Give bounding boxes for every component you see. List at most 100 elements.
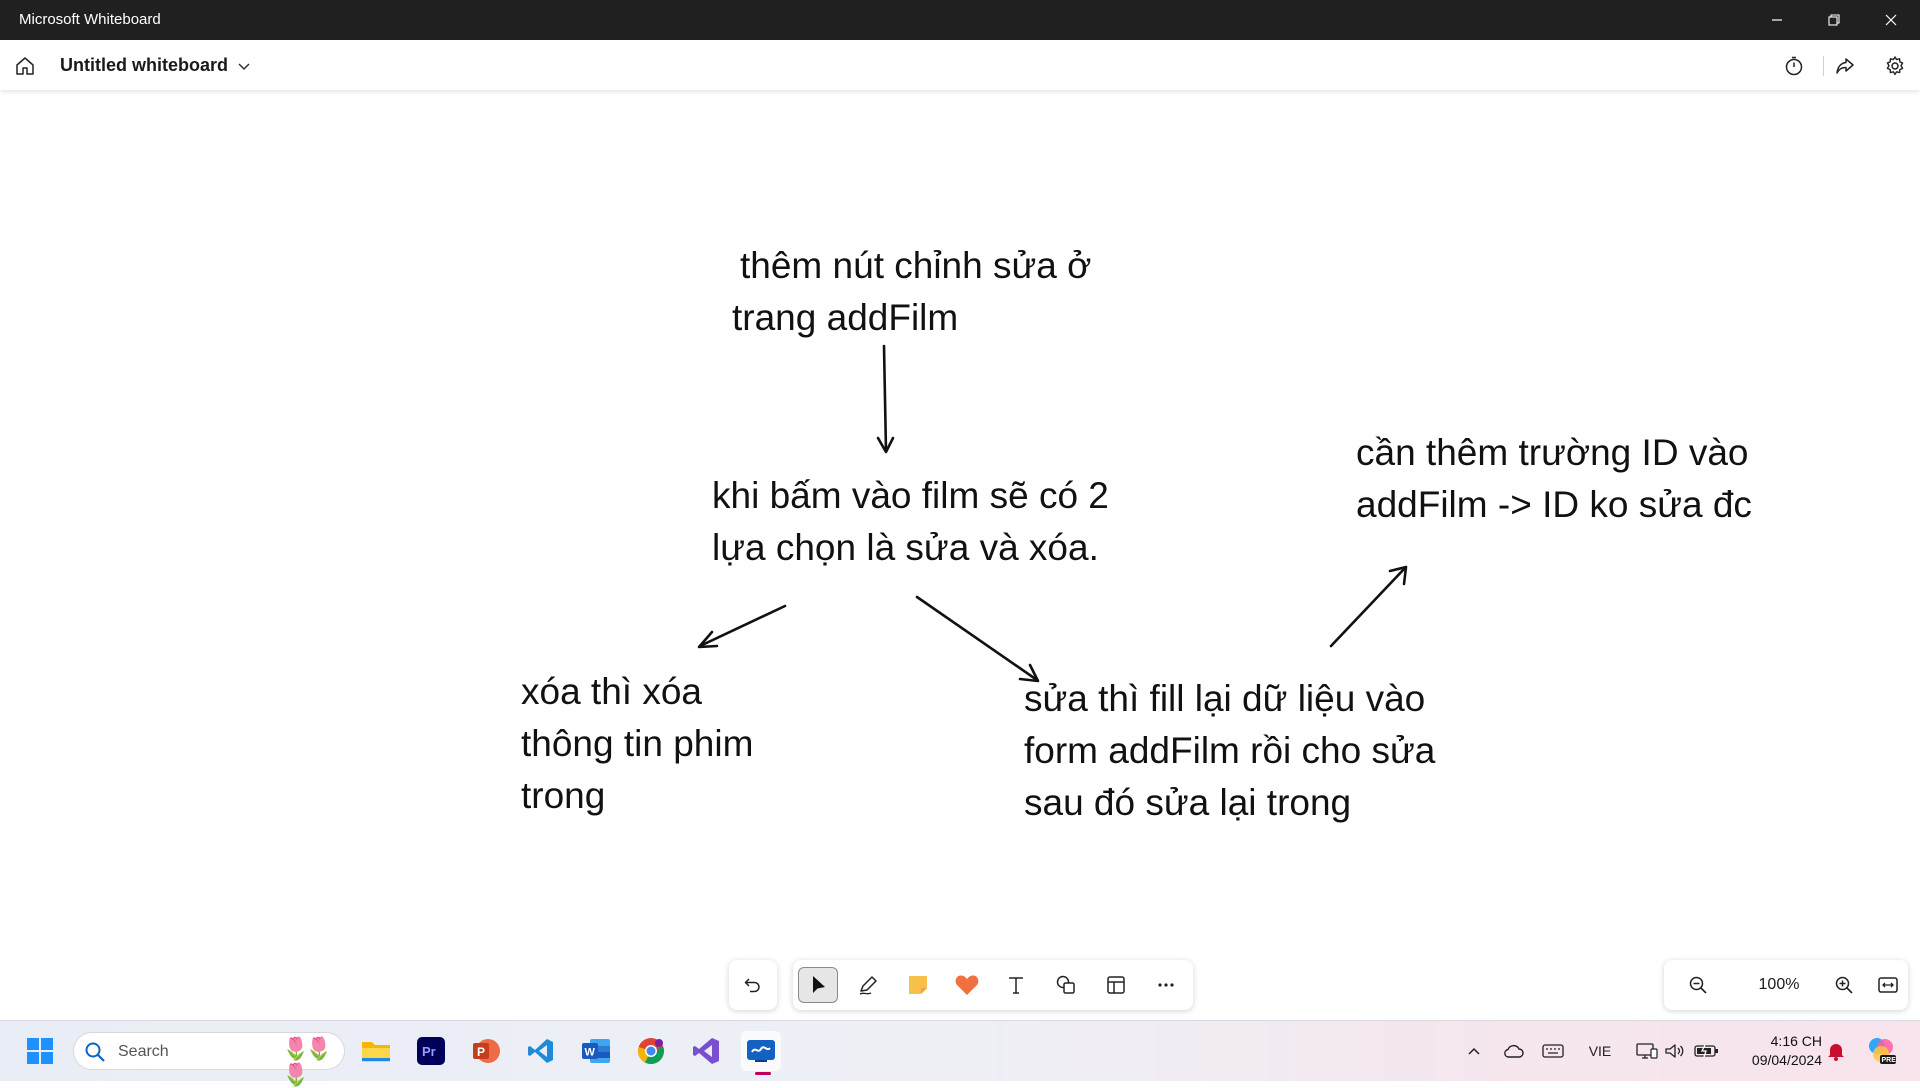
arrow-right-up[interactable] — [1329, 565, 1408, 648]
note-line: lựa chọn là sửa và xóa. — [712, 527, 1099, 568]
note-line: thông tin phim — [521, 723, 754, 764]
network-icon — [1636, 1043, 1658, 1059]
chevron-up-icon — [1468, 1047, 1480, 1055]
text-tool[interactable] — [996, 967, 1036, 1003]
premiere-pro-icon: Pr — [417, 1037, 445, 1065]
select-tool[interactable] — [798, 967, 838, 1003]
arrow-down[interactable] — [876, 344, 895, 454]
text-note-edit[interactable]: sửa thì fill lại dữ liệu vào form addFil… — [1024, 673, 1435, 829]
taskbar-app-premiere[interactable]: Pr — [411, 1031, 451, 1071]
reaction-icon — [955, 975, 979, 995]
home-button[interactable] — [12, 53, 38, 79]
taskbar: Search 🌷🌷🌷 Pr P W VIE 4:16 CH 09/04/2024… — [0, 1020, 1920, 1087]
arrow-right-down[interactable] — [915, 595, 1040, 683]
svg-text:W: W — [585, 1047, 596, 1059]
board-title-dropdown[interactable] — [232, 54, 256, 78]
close-icon — [1885, 14, 1896, 26]
taskbar-search[interactable]: Search 🌷🌷🌷 — [73, 1032, 345, 1087]
note-line: trong — [521, 775, 606, 816]
pen-tool[interactable] — [848, 967, 888, 1003]
zoom-out-button[interactable] — [1683, 970, 1713, 1000]
text-note-add-id-field[interactable]: cần thêm trường ID vào addFilm -> ID ko … — [1356, 427, 1752, 531]
restore-button[interactable] — [1805, 0, 1862, 40]
undo-icon — [744, 978, 760, 993]
volume-tray[interactable] — [1662, 1039, 1688, 1063]
powerpoint-icon: P — [473, 1039, 500, 1063]
vscode-icon — [528, 1039, 553, 1063]
bell-icon — [1828, 1044, 1844, 1061]
tulips-icon: 🌷🌷🌷 — [282, 1036, 333, 1087]
zoom-controls: 100% — [1664, 960, 1908, 1010]
clock-time: 4:16 CH — [1770, 1033, 1822, 1049]
note-line: khi bấm vào film sẽ có 2 — [712, 475, 1109, 516]
taskbar-app-word[interactable]: W — [576, 1031, 616, 1071]
svg-text:PRE: PRE — [1882, 1057, 1897, 1064]
search-icon — [85, 1042, 105, 1062]
fit-to-screen-button[interactable] — [1873, 970, 1903, 1000]
onedrive-tray[interactable] — [1500, 1039, 1526, 1063]
undo-button[interactable] — [729, 960, 777, 1010]
share-button[interactable] — [1831, 52, 1859, 80]
app-title: Microsoft Whiteboard — [19, 11, 161, 28]
sticky-note-icon — [909, 976, 927, 994]
show-hidden-icons[interactable] — [1462, 1039, 1486, 1063]
taskbar-app-whiteboard[interactable] — [741, 1031, 781, 1071]
notifications-button[interactable] — [1824, 1039, 1848, 1063]
note-line: cần thêm trường ID vào — [1356, 432, 1749, 473]
zoom-in-button[interactable] — [1829, 970, 1859, 1000]
note-line: addFilm -> ID ko sửa đc — [1356, 484, 1752, 525]
text-note-delete[interactable]: xóa thì xóa thông tin phim trong — [521, 666, 753, 822]
templates-tool[interactable] — [1096, 967, 1136, 1003]
taskbar-app-visual-studio[interactable] — [686, 1031, 726, 1071]
start-button[interactable] — [20, 1031, 60, 1071]
close-button[interactable] — [1862, 0, 1919, 40]
keyboard-tray[interactable] — [1540, 1039, 1566, 1063]
whiteboard-canvas[interactable]: thêm nút chỉnh sửa ở trang addFilm khi b… — [0, 90, 1920, 1020]
home-icon — [16, 57, 34, 75]
language-indicator[interactable]: VIE — [1580, 1039, 1620, 1063]
reaction-tool[interactable] — [947, 967, 987, 1003]
more-tools[interactable] — [1146, 967, 1186, 1003]
zoom-out-icon — [1689, 976, 1707, 994]
battery-tray[interactable] — [1692, 1039, 1722, 1063]
share-icon — [1836, 58, 1854, 74]
note-line: sau đó sửa lại trong — [1024, 782, 1352, 823]
pen-icon — [859, 976, 877, 995]
minimize-button[interactable] — [1748, 0, 1805, 40]
fit-to-screen-icon — [1878, 977, 1898, 993]
title-bar: Microsoft Whiteboard — [0, 0, 1920, 40]
text-note-click-film[interactable]: khi bấm vào film sẽ có 2 lựa chọn là sửa… — [712, 470, 1109, 574]
minimize-icon — [1771, 19, 1782, 21]
more-icon — [1158, 983, 1174, 987]
tools-toolbar — [793, 960, 1193, 1010]
network-tray[interactable] — [1634, 1039, 1660, 1063]
battery-icon — [1694, 1044, 1718, 1058]
timer-button[interactable] — [1780, 52, 1808, 80]
text-note-add-edit-button[interactable]: thêm nút chỉnh sửa ở trang addFilm — [732, 240, 1091, 344]
taskbar-clock[interactable]: 4:16 CH 09/04/2024 — [1730, 1032, 1822, 1070]
zoom-level[interactable]: 100% — [1739, 976, 1819, 994]
whiteboard-icon — [747, 1040, 775, 1062]
shapes-tool[interactable] — [1046, 967, 1086, 1003]
note-line: xóa thì xóa — [521, 671, 703, 712]
copilot-button[interactable]: PRE — [1864, 1033, 1898, 1067]
taskbar-app-file-explorer[interactable] — [356, 1031, 396, 1071]
note-line: form addFilm rồi cho sửa — [1024, 730, 1436, 771]
svg-text:Pr: Pr — [422, 1044, 436, 1059]
board-title[interactable]: Untitled whiteboard — [60, 55, 228, 76]
sticky-note-tool[interactable] — [898, 967, 938, 1003]
select-icon — [813, 976, 825, 993]
active-app-indicator — [755, 1072, 771, 1075]
note-line: thêm nút chỉnh sửa ở — [740, 245, 1092, 286]
shapes-icon — [1056, 975, 1075, 994]
search-placeholder: Search — [118, 1043, 169, 1060]
restore-icon — [1827, 14, 1840, 26]
svg-text:P: P — [477, 1045, 485, 1059]
taskbar-app-vscode[interactable] — [521, 1031, 561, 1071]
templates-icon — [1107, 976, 1125, 994]
taskbar-app-chrome[interactable] — [631, 1031, 671, 1071]
arrow-left-down[interactable] — [697, 604, 787, 649]
settings-button[interactable] — [1881, 52, 1909, 80]
word-icon: W — [582, 1039, 610, 1063]
taskbar-app-powerpoint[interactable]: P — [466, 1031, 506, 1071]
